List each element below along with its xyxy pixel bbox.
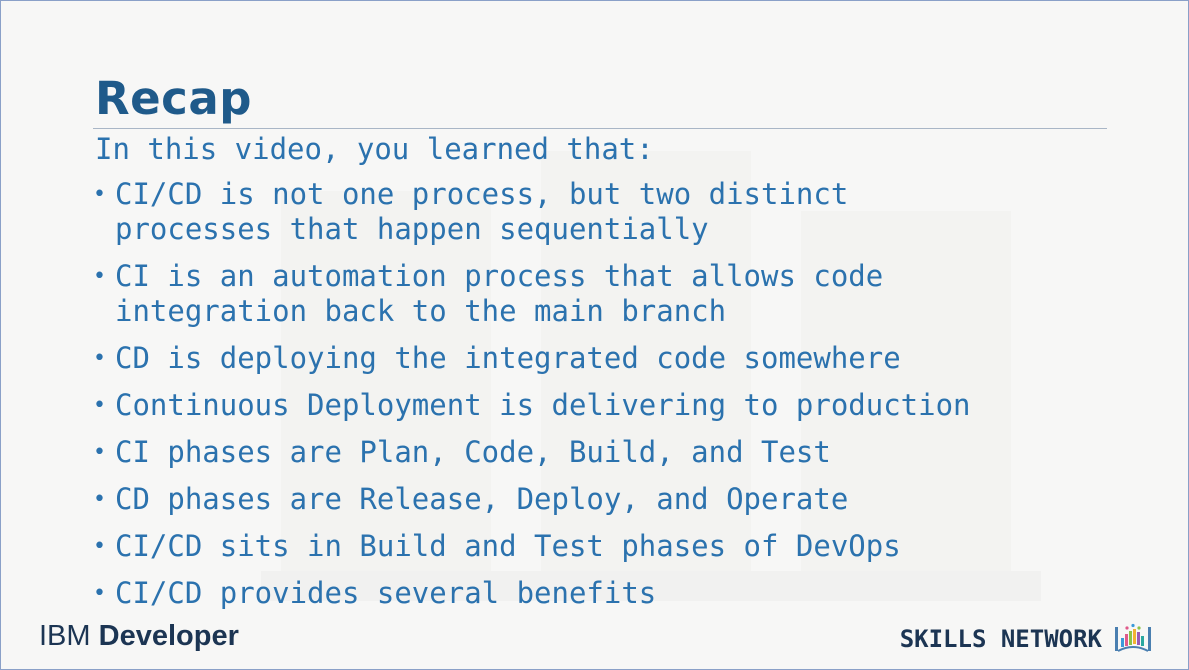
bullet-item: • CI/CD sits in Build and Test phases of…	[93, 529, 971, 564]
bullet-line: CI/CD is not one process, but two distin…	[115, 177, 849, 211]
bullet-text: CI is an automation process that allows …	[115, 259, 883, 329]
developer-logo-text: Developer	[98, 620, 239, 652]
bullet-line: Continuous Deployment is delivering to p…	[115, 388, 971, 422]
bullet-text: CD is deploying the integrated code some…	[115, 341, 901, 376]
bullet-dot-icon: •	[93, 346, 106, 371]
book-icon	[1115, 623, 1151, 652]
bullet-line: CI phases are Plan, Code, Build, and Tes…	[115, 435, 831, 469]
bullet-text: CI/CD provides several benefits	[115, 576, 656, 611]
bullet-line: CD phases are Release, Deploy, and Opera…	[115, 482, 849, 516]
skills-network-text: SKILLS NETWORK	[899, 625, 1102, 653]
bullet-text: CI/CD is not one process, but two distin…	[115, 177, 848, 247]
bullet-item: • CI phases are Plan, Code, Build, and T…	[93, 435, 971, 470]
bullet-list: • CI/CD is not one process, but two dist…	[93, 177, 971, 623]
bullet-dot-icon: •	[93, 182, 106, 207]
bullet-line: integration back to the main branch	[115, 294, 727, 328]
bullet-text: Continuous Deployment is delivering to p…	[115, 388, 971, 423]
bullet-line: CI is an automation process that allows …	[115, 259, 884, 293]
bullet-line: processes that happen sequentially	[115, 212, 709, 246]
bullet-dot-icon: •	[93, 581, 106, 606]
bullet-line: CI/CD sits in Build and Test phases of D…	[115, 529, 901, 563]
bullet-text: CD phases are Release, Deploy, and Opera…	[115, 482, 848, 517]
bullet-item: • CD is deploying the integrated code so…	[93, 341, 971, 376]
intro-text: In this video, you learned that:	[95, 132, 654, 166]
bullet-item: • CI/CD is not one process, but two dist…	[93, 177, 971, 247]
bullet-text: CI phases are Plan, Code, Build, and Tes…	[115, 435, 831, 470]
bullet-line: CI/CD provides several benefits	[115, 576, 657, 610]
ibm-developer-logo: IBM Developer	[39, 618, 239, 654]
bullet-dot-icon: •	[93, 393, 106, 418]
slide-title: Recap	[95, 72, 252, 125]
bullet-text: CI/CD sits in Build and Test phases of D…	[115, 529, 901, 564]
bullet-item: • CI/CD provides several benefits	[93, 576, 971, 611]
slide: Recap In this video, you learned that: •…	[0, 0, 1189, 670]
bullet-dot-icon: •	[93, 487, 106, 512]
bullet-item: • Continuous Deployment is delivering to…	[93, 388, 971, 423]
ibm-logo-text: IBM	[39, 620, 91, 652]
bullet-dot-icon: •	[93, 534, 106, 559]
title-divider	[93, 128, 1107, 129]
bullet-line: CD is deploying the integrated code some…	[115, 341, 901, 375]
bullet-dot-icon: •	[93, 440, 106, 465]
bullet-item: • CD phases are Release, Deploy, and Ope…	[93, 482, 971, 517]
bullet-item: • CI is an automation process that allow…	[93, 259, 971, 329]
skills-network-logo: SKILLS NETWORK	[900, 621, 1152, 657]
bullet-dot-icon: •	[93, 264, 106, 289]
